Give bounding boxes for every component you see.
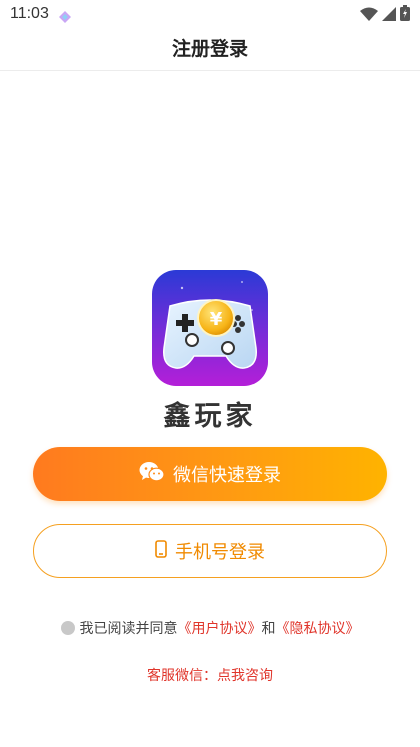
app-logo-icon: ¥ <box>152 270 268 386</box>
battery-icon <box>400 5 410 25</box>
notification-icon <box>59 8 71 27</box>
agreement-and: 和 <box>261 621 276 637</box>
app-name: 鑫玩家 <box>163 401 257 432</box>
svg-text:¥: ¥ <box>210 309 223 330</box>
wechat-icon <box>139 461 165 487</box>
phone-icon <box>155 540 167 562</box>
wechat-login-button[interactable]: 微信快速登录 <box>33 447 387 501</box>
customer-service-row: 客服微信：点我咨询 <box>0 665 420 685</box>
user-agreement-link[interactable]: 《用户协议》 <box>178 618 262 638</box>
agreement-prefix: 我已阅读并同意 <box>79 621 178 637</box>
wechat-login-label: 微信快速登录 <box>173 465 281 486</box>
status-time: 11:03 <box>10 5 49 22</box>
privacy-policy-link[interactable]: 《隐私协议》 <box>276 618 360 638</box>
phone-login-label: 手机号登录 <box>175 542 265 563</box>
signal-icon <box>382 6 396 25</box>
status-icons <box>360 5 410 25</box>
agreement-checkbox[interactable] <box>60 621 75 635</box>
wifi-icon <box>360 6 378 25</box>
customer-service-link[interactable]: 点我咨询 <box>217 668 273 684</box>
customer-service-label: 客服微信： <box>147 668 217 684</box>
phone-login-button[interactable]: 手机号登录 <box>33 524 387 578</box>
page-title: 注册登录 <box>171 38 248 60</box>
agreement-row: 我已阅读并同意 《用户协议》 和 《隐私协议》 <box>0 618 420 638</box>
status-bar: 11:03 <box>0 0 420 30</box>
nav-divider <box>0 70 420 71</box>
